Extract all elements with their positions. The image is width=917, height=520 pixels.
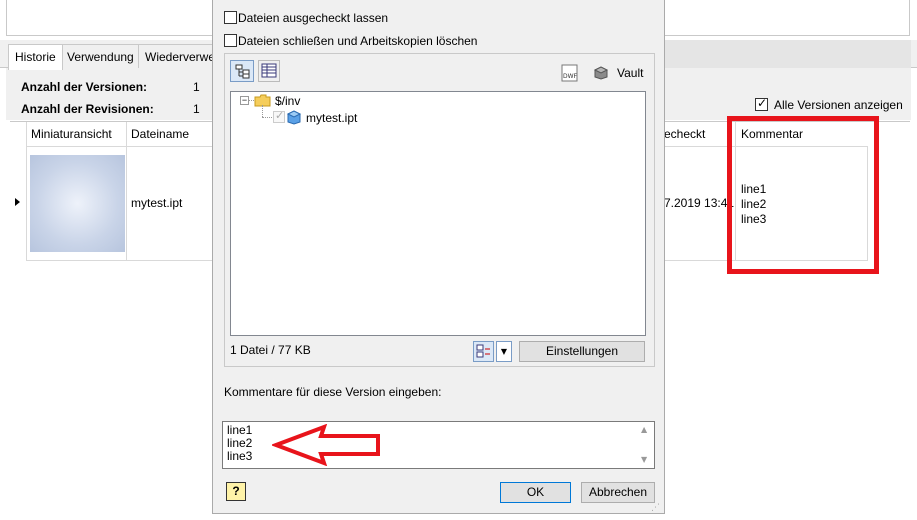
comment-highlight-box bbox=[727, 116, 879, 274]
annotation-arrow-icon bbox=[272, 424, 380, 466]
revisions-count-value: 1 bbox=[193, 102, 200, 116]
file-summary: 1 Datei / 77 KB bbox=[230, 343, 311, 357]
column-header-checked-in[interactable]: echeckt bbox=[664, 127, 705, 141]
versions-count-value: 1 bbox=[193, 80, 200, 94]
close-files-checkbox[interactable] bbox=[224, 34, 237, 47]
grid-view-button[interactable] bbox=[258, 60, 280, 82]
svg-text:DWF: DWF bbox=[563, 73, 578, 80]
comment-prompt: Kommentare für diese Version eingeben: bbox=[224, 385, 442, 399]
resize-grip-icon[interactable]: ⋰ bbox=[651, 503, 660, 513]
revisions-count-label: Anzahl der Revisionen: bbox=[21, 102, 154, 116]
grid-divider bbox=[26, 122, 27, 260]
collapse-icon[interactable]: − bbox=[240, 96, 249, 105]
column-header-thumbnail[interactable]: Miniaturansicht bbox=[31, 127, 112, 141]
tree-view-icon bbox=[235, 64, 250, 79]
show-all-versions-checkbox[interactable] bbox=[755, 96, 768, 111]
settings-button[interactable]: Einstellungen bbox=[519, 341, 645, 362]
show-all-versions-label: Alle Versionen anzeigen bbox=[774, 98, 903, 112]
dwf-icon: DWF bbox=[561, 64, 578, 82]
row-pointer-icon bbox=[15, 198, 20, 206]
tab-strip-filler bbox=[664, 40, 911, 68]
dwf-button[interactable]: DWF bbox=[561, 64, 579, 85]
tree-view-button[interactable] bbox=[230, 60, 254, 82]
ok-button[interactable]: OK bbox=[500, 482, 571, 503]
options-dropdown-button[interactable]: ▼ bbox=[496, 341, 512, 362]
keep-checked-out-label: Dateien ausgecheckt lassen bbox=[238, 11, 389, 25]
grid-view-icon bbox=[261, 63, 277, 78]
keep-checked-out-checkbox[interactable] bbox=[224, 11, 237, 24]
grid-divider bbox=[126, 122, 127, 260]
tab-verwendung[interactable]: Verwendung bbox=[60, 44, 141, 69]
row-checked-in-date: 7.2019 13:41 bbox=[664, 196, 735, 210]
tree-file-label[interactable]: mytest.ipt bbox=[306, 111, 357, 125]
file-thumbnail bbox=[30, 155, 125, 252]
scroll-down-icon[interactable]: ▼ bbox=[641, 455, 647, 464]
help-button[interactable]: ? bbox=[226, 482, 246, 501]
tab-historie[interactable]: Historie bbox=[8, 44, 63, 70]
file-checkbox[interactable]: ✓ bbox=[273, 109, 285, 123]
tab-wiederverwendung[interactable]: Wiederverwe bbox=[138, 44, 218, 69]
help-icon: ? bbox=[232, 484, 240, 498]
scroll-up-icon[interactable]: ▲ bbox=[641, 425, 647, 434]
part-file-icon bbox=[286, 110, 302, 128]
tree-root-label[interactable]: $/inv bbox=[275, 94, 300, 108]
cancel-button[interactable]: Abbrechen bbox=[581, 482, 655, 503]
close-files-label: Dateien schließen und Arbeitskopien lösc… bbox=[238, 34, 478, 48]
vault-label[interactable]: Vault bbox=[617, 66, 643, 80]
versions-count-label: Anzahl der Versionen: bbox=[21, 80, 148, 94]
vault-icon bbox=[593, 65, 609, 83]
tree-connector bbox=[262, 105, 263, 117]
comment-scrollbar[interactable]: ▲ ▼ bbox=[637, 422, 654, 468]
tree-connector bbox=[262, 117, 272, 118]
row-filename[interactable]: mytest.ipt bbox=[131, 196, 182, 210]
options-button[interactable] bbox=[473, 341, 494, 362]
column-header-filename[interactable]: Dateiname bbox=[131, 127, 189, 141]
options-icon bbox=[476, 344, 490, 358]
